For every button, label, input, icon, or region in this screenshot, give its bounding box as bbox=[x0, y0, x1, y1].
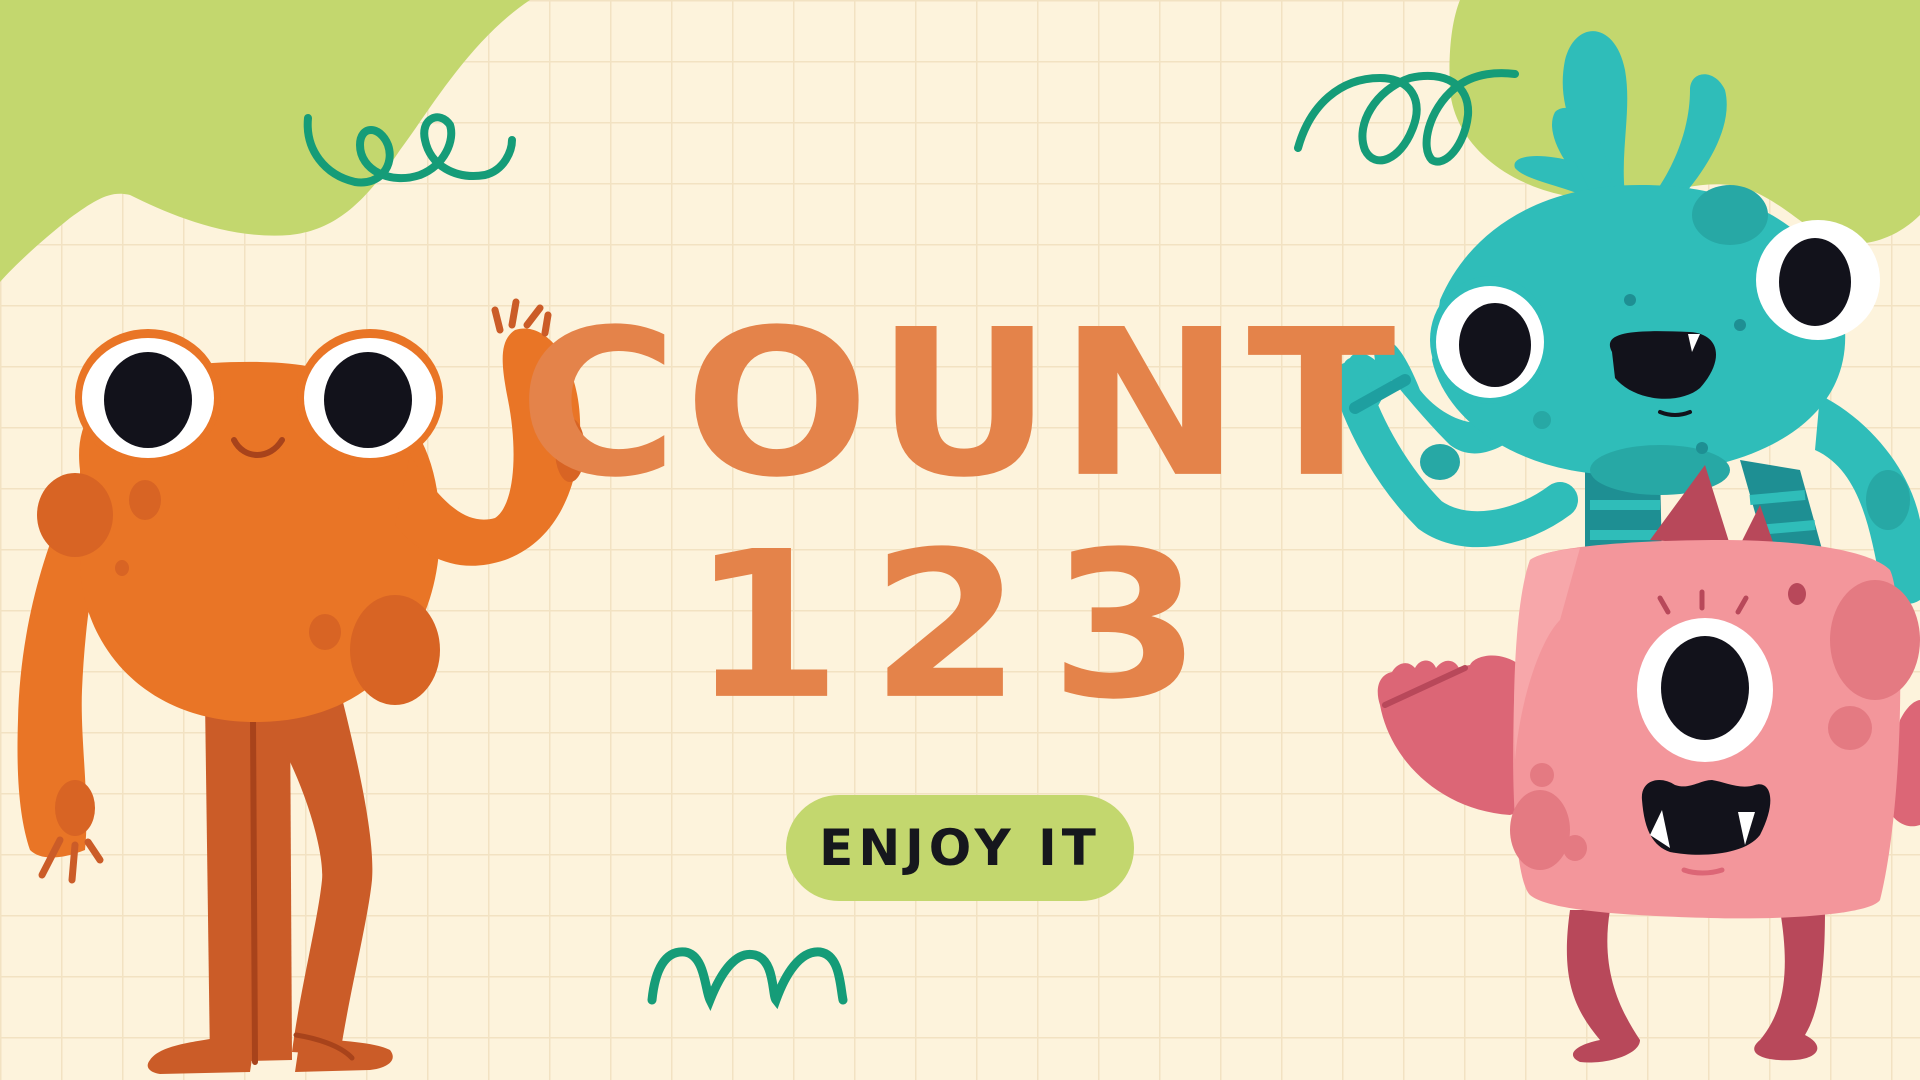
title-count: COUNT bbox=[518, 286, 1402, 523]
enjoy-it-button[interactable]: ENJOY IT bbox=[786, 795, 1134, 901]
title-number: 123 bbox=[690, 508, 1230, 745]
